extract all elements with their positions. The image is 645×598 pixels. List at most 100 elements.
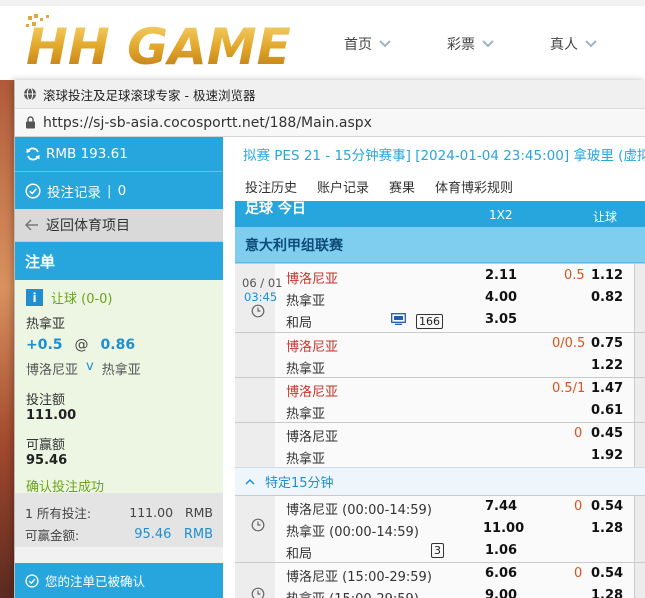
bet-confirmed-banner[interactable]: 您的注单已被确认 <box>15 563 223 598</box>
info-icon[interactable]: i <box>26 289 43 306</box>
win-label: 可赢额 <box>26 438 66 453</box>
bet-records-link[interactable]: 投注记录 | 0 <box>15 171 223 209</box>
odds-area: 拟赛 PES 21 - 15分钟赛事] [2024-01-04 23:45:00… <box>235 137 645 598</box>
match-teams: 博洛尼亚 v 热拿亚 <box>26 359 212 378</box>
handicap-line: 0 <box>574 499 583 514</box>
odds-home-hdp[interactable]: 0.45 <box>591 426 623 441</box>
page-content: RMB 193.61 投注记录 | 0 返回体育项目 注单 i 让球 (0-0)… <box>15 137 645 598</box>
odds-away-hdp[interactable]: 1.28 <box>591 521 623 536</box>
nav-label: 彩票 <box>447 37 475 53</box>
vs-label: v <box>86 359 94 374</box>
odds-row: +0.5 @ 0.86 <box>26 337 212 353</box>
nav-item-home[interactable]: 首页 <box>344 34 392 54</box>
odds-home-hdp[interactable]: 0.75 <box>591 336 623 351</box>
window-title: 滚球投注及足球滚球专家 - 极速浏览器 <box>43 87 256 103</box>
away-team: 热拿亚 (00:00-14:59) <box>286 525 419 540</box>
total-amount: 111.00 <box>129 504 174 520</box>
potential-amount: 95.46 <box>134 526 172 542</box>
league-header[interactable]: 意大利甲组联赛 <box>235 227 645 263</box>
alt-handicap-row: 博洛尼亚 热拿亚 0.5/1 1.47 0.61 <box>235 377 645 422</box>
odds-draw-1x2[interactable]: 3.05 <box>485 312 517 327</box>
bet-records-label: 投注记录 <box>47 184 101 201</box>
market-row: i 让球 (0-0) <box>26 288 212 307</box>
odds-away-hdp[interactable]: 1.28 <box>591 588 623 598</box>
chevron-up-icon <box>245 478 255 485</box>
odds-away-hdp[interactable]: 1.22 <box>591 358 623 373</box>
home-team: 博洛尼亚 (00:00-14:59) <box>286 503 432 518</box>
total-currency: RMB <box>184 504 213 520</box>
nav-label: 首页 <box>344 37 372 53</box>
odds-home-hdp[interactable]: 0.54 <box>591 566 623 581</box>
balance-bar: RMB 193.61 <box>15 137 223 171</box>
clock-icon <box>251 518 265 532</box>
window-titlebar[interactable]: 滚球投注及足球滚球专家 - 极速浏览器 <box>15 80 645 109</box>
marquee-text: 拟赛 PES 21 - 15分钟赛事] [2024-01-04 23:45:00… <box>243 148 645 164</box>
bet-ticket: i 让球 (0-0) 热拿亚 +0.5 @ 0.86 博洛尼亚 v 热拿亚 投注… <box>15 280 223 495</box>
away-team: 热拿亚 <box>286 452 326 467</box>
announcement-marquee[interactable]: 拟赛 PES 21 - 15分钟赛事] [2024-01-04 23:45:00… <box>235 137 645 171</box>
stake-label: 投注额 <box>26 393 66 408</box>
odds-home-hdp[interactable]: 1.47 <box>591 381 623 396</box>
header-stripe <box>0 0 645 6</box>
odds-draw-1x2[interactable]: 1.06 <box>485 543 517 558</box>
odds-away-hdp[interactable]: 1.92 <box>591 448 623 463</box>
nav-item-live-casino[interactable]: 真人 <box>550 34 598 54</box>
stake-value: 111.00 <box>26 408 77 423</box>
alt-handicap-row: 博洛尼亚 热拿亚 0/0.5 0.75 1.22 <box>235 332 645 377</box>
match-row: 博洛尼亚 (15:00-29:59) 热拿亚 (15:00-29:59) 6.0… <box>235 562 645 598</box>
section-header-15min[interactable]: 特定15分钟 <box>235 467 645 495</box>
win-value: 95.46 <box>26 453 68 468</box>
tab-results[interactable]: 赛果 <box>389 177 415 196</box>
odds-away-1x2[interactable]: 9.00 <box>485 588 517 598</box>
away-team: 热拿亚 (15:00-29:59) <box>286 588 419 598</box>
handicap-line: 0 <box>574 566 583 581</box>
odds-value: 0.86 <box>100 337 136 353</box>
confirmed-text: 您的注单已被确认 <box>45 574 146 589</box>
column-header: 足球 今日 1X2 让球 <box>235 201 645 227</box>
handicap-line: 0 <box>574 426 583 441</box>
address-bar[interactable]: https://sj-sb-asia.cocosportt.net/188/Ma… <box>15 109 645 137</box>
match-row: 06 / 01 03:45 博洛尼亚 热拿亚 和局 166 2.11 4.00 … <box>235 263 645 332</box>
tv-icon[interactable] <box>391 313 406 325</box>
chevron-down-icon <box>585 40 597 48</box>
match-time: 03:45 <box>244 290 278 304</box>
draw-label: 和局 <box>286 316 313 331</box>
browser-popup-window: 滚球投注及足球滚球专家 - 极速浏览器 https://sj-sb-asia.c… <box>14 80 645 598</box>
away-team: 热拿亚 <box>286 407 326 422</box>
total-stake-row: 1 所有投注: 111.00 RMB <box>25 501 213 523</box>
url-text: https://sj-sb-asia.cocosportt.net/188/Ma… <box>43 114 372 131</box>
home-team: 博洛尼亚 <box>286 385 339 400</box>
tab-rules[interactable]: 体育博彩规则 <box>435 177 513 196</box>
tab-account-records[interactable]: 账户记录 <box>317 177 369 196</box>
odds-away-1x2[interactable]: 4.00 <box>485 290 517 305</box>
background-banner <box>0 80 14 598</box>
chevron-down-icon <box>379 40 391 48</box>
odds-away-hdp[interactable]: 0.82 <box>591 290 623 305</box>
total-label: 1 所有投注: <box>25 505 92 521</box>
check-circle-icon <box>25 182 41 199</box>
balance-text: RMB 193.61 <box>46 146 128 162</box>
arrow-left-icon <box>25 219 38 231</box>
odds-away-1x2[interactable]: 11.00 <box>483 521 524 536</box>
nav-item-lottery[interactable]: 彩票 <box>447 34 495 54</box>
at-sign: @ <box>74 337 89 353</box>
home-team: 博洛尼亚 <box>286 430 339 445</box>
chevron-down-icon <box>482 40 494 48</box>
odds-home-1x2[interactable]: 6.06 <box>485 566 517 581</box>
back-label: 返回体育项目 <box>46 218 130 234</box>
odds-home-hdp[interactable]: 1.12 <box>591 268 623 283</box>
more-markets-count[interactable]: 166 <box>416 314 443 329</box>
away-team: 热拿亚 <box>101 363 141 378</box>
clock-icon <box>251 304 265 318</box>
hh-game-logo[interactable]: HH GAME <box>22 12 292 72</box>
odds-home-hdp[interactable]: 0.54 <box>591 499 623 514</box>
back-to-sports-button[interactable]: 返回体育项目 <box>15 209 223 242</box>
odds-home-1x2[interactable]: 7.44 <box>485 499 517 514</box>
more-markets-count[interactable]: 3 <box>431 543 444 558</box>
site-header: HH GAME 首页 彩票 真人 <box>0 0 645 80</box>
home-team: 博洛尼亚 (15:00-29:59) <box>286 570 432 585</box>
tab-bet-history[interactable]: 投注历史 <box>245 177 297 196</box>
odds-away-hdp[interactable]: 0.61 <box>591 403 623 418</box>
odds-home-1x2[interactable]: 2.11 <box>485 268 517 283</box>
refresh-icon[interactable] <box>25 146 41 162</box>
